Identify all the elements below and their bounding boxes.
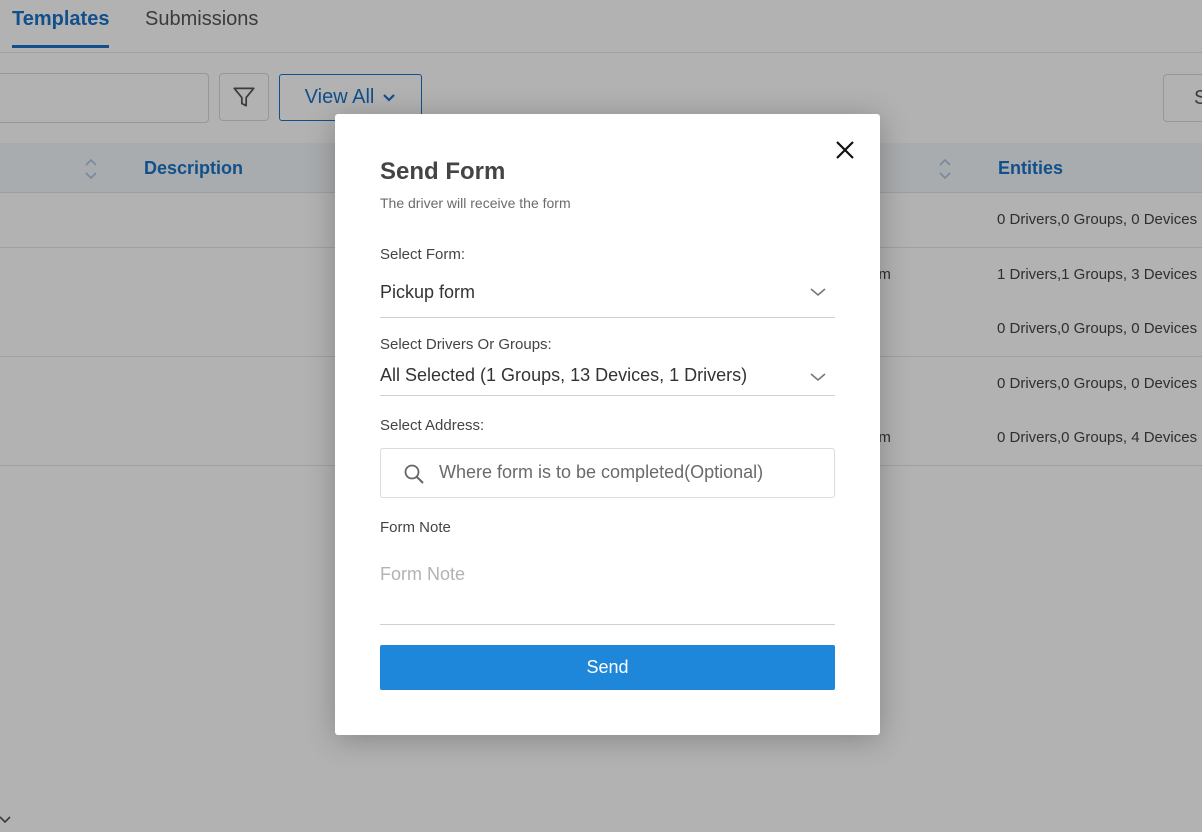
address-placeholder: Where form is to be completed(Optional) [439, 462, 764, 482]
select-address-label: Select Address: [380, 417, 485, 434]
send-button[interactable]: Send [380, 645, 835, 690]
select-form-label: Select Form: [380, 246, 466, 263]
dialog-subtitle: The driver will receive the form [380, 195, 571, 211]
form-note-field[interactable]: Form Note [380, 554, 835, 625]
select-drivers-label: Select Drivers Or Groups: [380, 336, 552, 353]
select-form-dropdown[interactable]: Pickup form [380, 278, 835, 318]
form-note-placeholder: Form Note [380, 564, 466, 584]
select-drivers-dropdown[interactable]: All Selected (1 Groups, 13 Devices, 1 Dr… [380, 363, 835, 396]
select-drivers-value: All Selected (1 Groups, 13 Devices, 1 Dr… [380, 365, 748, 385]
send-button-label: Send [586, 657, 629, 677]
address-search-input[interactable]: Where form is to be completed(Optional) [380, 448, 835, 498]
chevron-down-icon [810, 373, 826, 382]
close-icon[interactable] [834, 139, 856, 161]
search-icon [404, 464, 424, 484]
send-form-dialog: Send Form The driver will receive the fo… [335, 114, 880, 735]
form-note-label: Form Note [380, 519, 451, 536]
dialog-title: Send Form [380, 158, 506, 185]
chevron-down-icon [810, 288, 826, 297]
select-form-value: Pickup form [380, 282, 476, 302]
